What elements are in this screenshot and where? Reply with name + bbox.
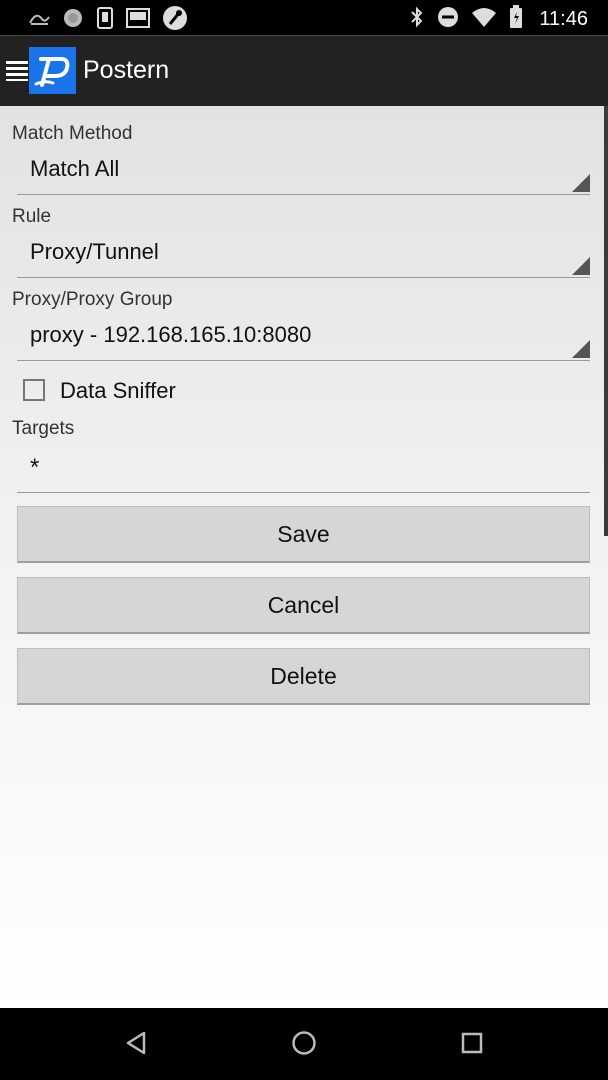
- proxy-group-dropdown[interactable]: proxy - 192.168.165.10:8080: [17, 312, 590, 361]
- rule-editor-form: Match Method Match All Rule Proxy/Tunnel…: [0, 106, 608, 1008]
- postern-logo-icon: [34, 56, 69, 87]
- rule-label: Rule: [12, 206, 52, 227]
- data-sniffer-checkbox[interactable]: [23, 379, 45, 401]
- bluetooth-icon: [409, 6, 425, 33]
- home-icon[interactable]: [291, 1030, 317, 1061]
- scrollbar[interactable]: [604, 106, 608, 536]
- targets-label: Targets: [12, 418, 75, 439]
- battery-icon: [509, 5, 523, 34]
- wrench-icon: [162, 5, 188, 36]
- hamburger-menu-icon[interactable]: [6, 61, 28, 86]
- dropdown-arrow-icon: [572, 174, 590, 192]
- status-left-icons: [28, 5, 188, 36]
- delete-button[interactable]: Delete: [17, 648, 590, 705]
- match-method-dropdown[interactable]: Match All: [17, 146, 590, 195]
- terminal-icon: [126, 7, 150, 34]
- save-button[interactable]: Save: [17, 506, 590, 563]
- targets-input[interactable]: *: [17, 446, 590, 493]
- do-not-disturb-icon: [437, 6, 459, 33]
- recents-icon[interactable]: [460, 1030, 484, 1061]
- match-method-label: Match Method: [12, 123, 133, 144]
- cancel-button[interactable]: Cancel: [17, 577, 590, 634]
- status-time: 11:46: [539, 8, 588, 30]
- app-notification-icon: [28, 7, 50, 34]
- proxy-group-value: proxy - 192.168.165.10:8080: [30, 322, 312, 347]
- dropdown-arrow-icon: [572, 340, 590, 358]
- rule-value: Proxy/Tunnel: [30, 239, 159, 264]
- back-icon[interactable]: [124, 1030, 148, 1061]
- wifi-icon: [471, 6, 497, 33]
- data-sniffer-label[interactable]: Data Sniffer: [60, 378, 176, 404]
- status-bar: 11:46: [0, 0, 608, 35]
- match-method-value: Match All: [30, 156, 120, 181]
- app-title: Postern: [83, 56, 170, 84]
- status-right-icons: 11:46: [409, 5, 588, 34]
- rule-dropdown[interactable]: Proxy/Tunnel: [17, 229, 590, 278]
- navigation-bar: [0, 1008, 608, 1080]
- sim-icon: [96, 7, 114, 34]
- action-bar: Postern: [0, 35, 608, 107]
- dropdown-arrow-icon: [572, 257, 590, 275]
- proxy-group-label: Proxy/Proxy Group: [12, 289, 173, 310]
- record-icon: [62, 7, 84, 34]
- targets-value: *: [30, 454, 40, 481]
- app-logo[interactable]: [29, 47, 76, 94]
